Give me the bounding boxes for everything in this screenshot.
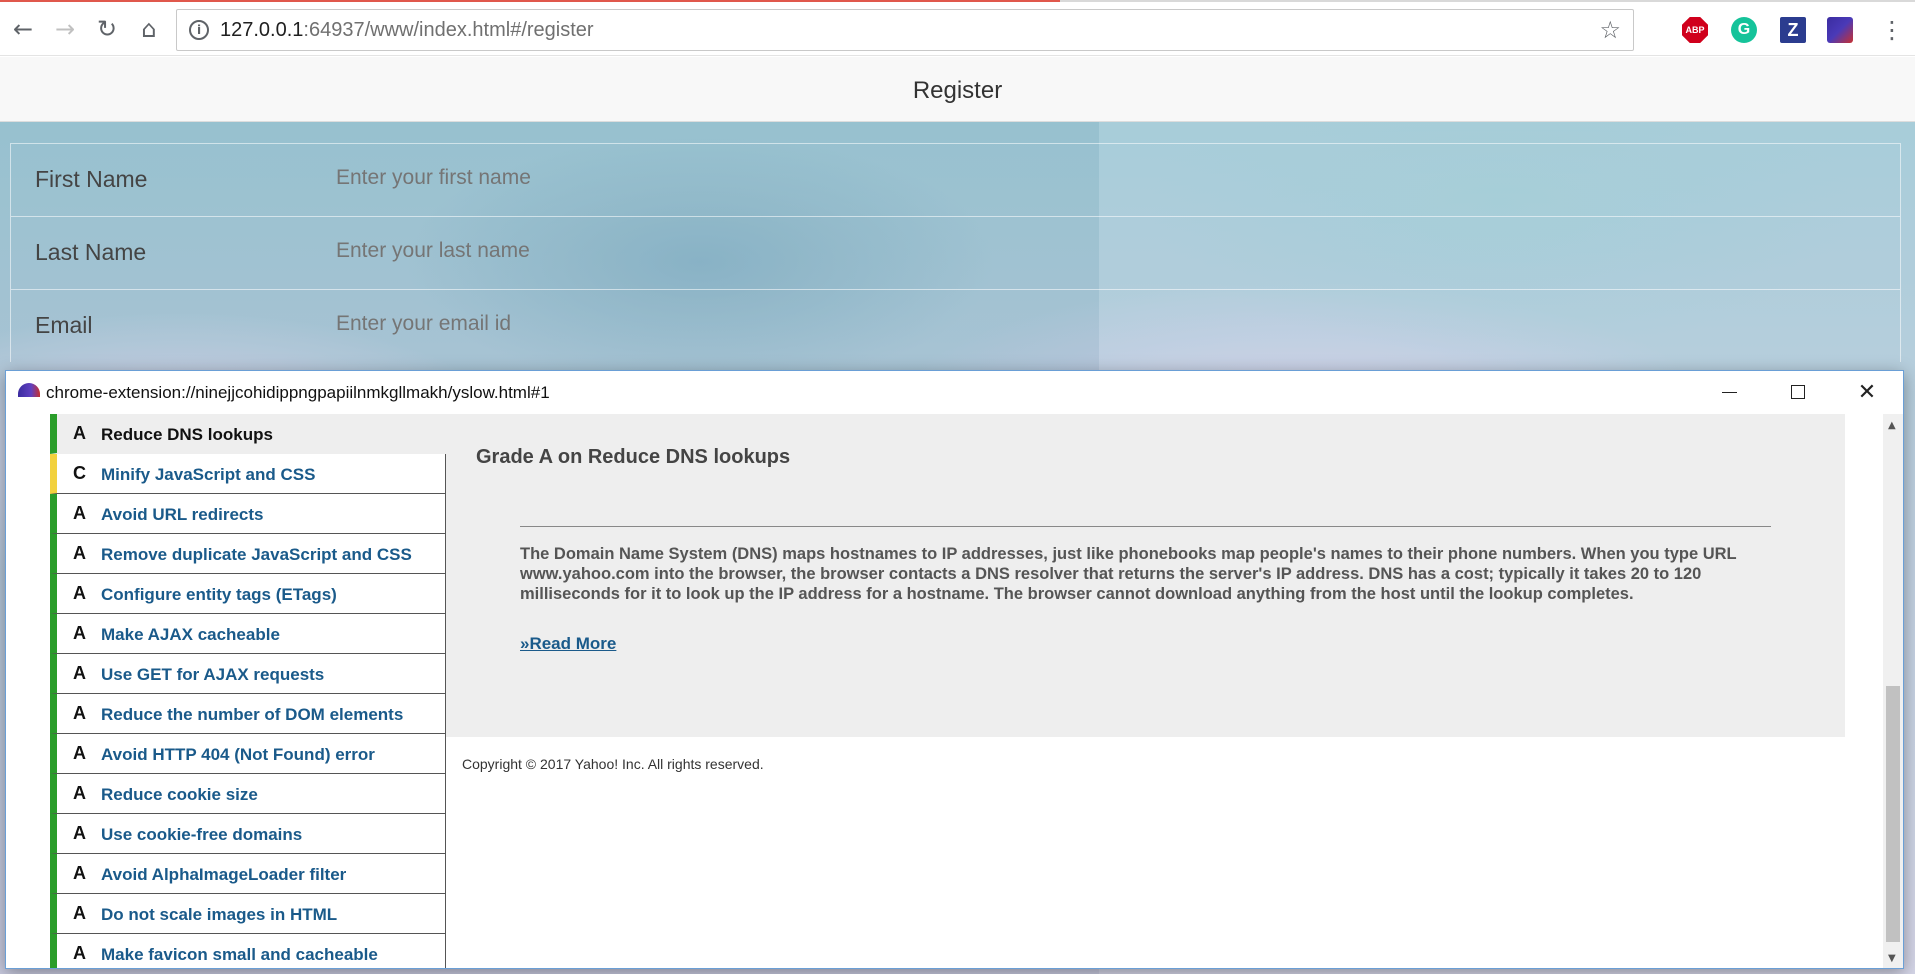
url-host: 127.0.0.1 <box>220 19 304 41</box>
rule-name[interactable]: Make favicon small and cacheable <box>101 945 378 965</box>
rule-item[interactable]: A Reduce DNS lookups <box>50 414 446 454</box>
zotero-icon[interactable]: Z <box>1780 17 1806 43</box>
read-more-link[interactable]: »Read More <box>520 634 616 654</box>
yslow-icon[interactable] <box>1827 17 1853 43</box>
rule-grade: A <box>73 743 86 763</box>
rule-grade: A <box>73 623 86 643</box>
close-button[interactable]: ✕ <box>1844 375 1890 409</box>
first-name-label: First Name <box>35 166 148 192</box>
page-title: Register <box>912 77 1003 104</box>
popup-titlebar[interactable]: chrome-extension://ninejjcohidippngpapii… <box>6 371 1903 414</box>
rule-name[interactable]: Reduce the number of DOM elements <box>101 705 403 725</box>
rule-item[interactable]: A Use GET for AJAX requests <box>50 654 446 694</box>
adblock-plus-icon[interactable]: ABP <box>1682 17 1708 43</box>
maximize-icon <box>1791 385 1805 399</box>
rule-grade: A <box>73 903 86 923</box>
scroll-down-arrow-icon[interactable]: ▼ <box>1888 953 1896 964</box>
rule-grade: A <box>73 943 86 963</box>
rule-detail-panel: Grade A on Reduce DNS lookups The Domain… <box>446 414 1845 737</box>
rule-grade: A <box>73 503 86 523</box>
rule-name[interactable]: Use cookie-free domains <box>101 825 302 845</box>
home-icon[interactable]: ⌂ <box>134 14 164 44</box>
rule-grade: A <box>73 863 86 883</box>
rule-grade: A <box>73 783 86 803</box>
back-arrow-icon[interactable]: ← <box>8 14 38 44</box>
rule-name[interactable]: Remove duplicate JavaScript and CSS <box>101 545 412 565</box>
minimize-button[interactable] <box>1706 375 1752 409</box>
copyright-text: Copyright © 2017 Yahoo! Inc. All rights … <box>462 756 764 772</box>
rule-name[interactable]: Avoid HTTP 404 (Not Found) error <box>101 745 375 765</box>
vertical-scrollbar[interactable]: ▲ ▼ <box>1883 414 1903 968</box>
rule-grade: A <box>73 543 86 563</box>
rule-item[interactable]: A Make favicon small and cacheable <box>50 934 446 968</box>
info-icon[interactable]: i <box>189 20 209 40</box>
rule-name[interactable]: Avoid URL redirects <box>101 505 264 525</box>
grammarly-icon[interactable]: G <box>1731 17 1757 43</box>
rule-item[interactable]: A Reduce cookie size <box>50 774 446 814</box>
popup-content: A Reduce DNS lookups C Minify JavaScript an… <box>6 414 1884 968</box>
rule-item[interactable]: A Remove duplicate JavaScript and CSS <box>50 534 446 574</box>
browser-toolbar: ← → ↻ ⌂ i 127.0.0.1:64937/www/index.html… <box>0 2 1915 56</box>
popup-title: chrome-extension://ninejjcohidippngpapii… <box>46 383 550 402</box>
first-name-row: First Name <box>10 143 1901 216</box>
rule-item[interactable]: A Do not scale images in HTML <box>50 894 446 934</box>
last-name-input[interactable] <box>336 239 1036 263</box>
rule-grade: A <box>73 703 86 723</box>
rule-name[interactable]: Make AJAX cacheable <box>101 625 280 645</box>
scrollbar-thumb[interactable] <box>1886 686 1900 942</box>
rule-grade: C <box>73 463 86 483</box>
email-label: Email <box>35 312 93 338</box>
rule-grade: A <box>73 423 86 443</box>
rule-item[interactable]: C Minify JavaScript and CSS <box>50 454 446 494</box>
rule-item[interactable]: A Reduce the number of DOM elements <box>50 694 446 734</box>
scroll-up-arrow-icon[interactable]: ▲ <box>1888 420 1896 431</box>
reload-icon[interactable]: ↻ <box>92 14 122 44</box>
url-text[interactable]: 127.0.0.1:64937/www/index.html#/register <box>220 19 594 42</box>
url-path: :64937/www/index.html#/register <box>303 19 594 41</box>
rule-name[interactable]: Configure entity tags (ETags) <box>101 585 337 605</box>
email-input[interactable] <box>336 312 1036 336</box>
rule-name[interactable]: Minify JavaScript and CSS <box>101 465 315 485</box>
rule-name[interactable]: Reduce DNS lookups <box>101 425 273 445</box>
last-name-row: Last Name <box>10 216 1901 289</box>
rule-name[interactable]: Reduce cookie size <box>101 785 258 805</box>
rule-grade: A <box>73 583 86 603</box>
bookmark-star-icon[interactable]: ☆ <box>1599 16 1621 44</box>
rule-item[interactable]: A Make AJAX cacheable <box>50 614 446 654</box>
rule-list: A Reduce DNS lookups C Minify JavaScript an… <box>50 414 446 968</box>
rule-name[interactable]: Use GET for AJAX requests <box>101 665 324 685</box>
forward-arrow-icon[interactable]: → <box>50 14 80 44</box>
maximize-button[interactable] <box>1775 375 1821 409</box>
rule-item[interactable]: A Avoid URL redirects <box>50 494 446 534</box>
detail-description: The Domain Name System (DNS) maps hostna… <box>520 545 1737 603</box>
rule-grade: A <box>73 823 86 843</box>
detail-divider <box>520 526 1771 527</box>
rule-name[interactable]: Do not scale images in HTML <box>101 905 337 925</box>
kebab-menu-icon[interactable]: ⋮ <box>1880 16 1904 44</box>
rule-grade: A <box>73 663 86 683</box>
address-bar[interactable]: i 127.0.0.1:64937/www/index.html#/regist… <box>176 9 1634 51</box>
detail-heading: Grade A on Reduce DNS lookups <box>476 446 791 468</box>
close-icon: ✕ <box>1857 379 1877 405</box>
rule-item[interactable]: A Configure entity tags (ETags) <box>50 574 446 614</box>
yslow-popup-window: chrome-extension://ninejjcohidippngpapii… <box>5 370 1904 969</box>
last-name-label: Last Name <box>35 239 147 265</box>
rule-item[interactable]: A Avoid HTTP 404 (Not Found) error <box>50 734 446 774</box>
app-header: Register <box>0 57 1915 122</box>
rule-item[interactable]: A Use cookie-free domains <box>50 814 446 854</box>
rule-item[interactable]: A Avoid AlphaImageLoader filter <box>50 854 446 894</box>
first-name-input[interactable] <box>336 166 1036 190</box>
minimize-icon <box>1721 391 1737 393</box>
yslow-logo-icon <box>18 383 40 397</box>
rule-name[interactable]: Avoid AlphaImageLoader filter <box>101 865 346 885</box>
email-row: Email <box>10 289 1901 362</box>
